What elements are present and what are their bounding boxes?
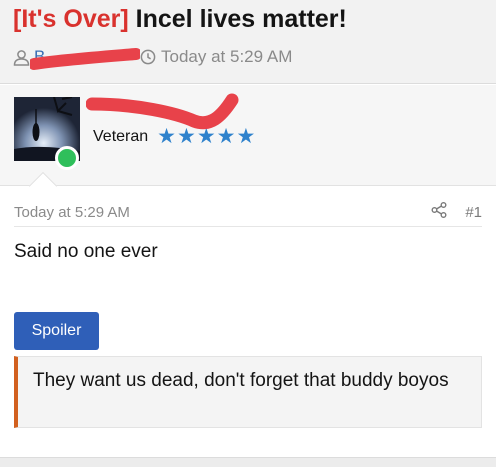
thread-title: [It's Over] Incel lives matter! <box>13 2 347 36</box>
online-status-indicator <box>55 146 79 170</box>
post-attribution: Today at 5:29 AM #1 <box>14 200 482 224</box>
post-body-text: Said no one ever <box>14 241 158 262</box>
thread-timestamp[interactable]: Today at 5:29 AM <box>161 47 292 67</box>
thread-prefix[interactable]: [It's Over] <box>13 5 129 33</box>
post-number-link[interactable]: #1 <box>465 204 482 221</box>
thread-page: [It's Over] Incel lives matter! B Today … <box>0 0 496 467</box>
thread-title-text: Incel lives matter! <box>135 5 347 33</box>
user-icon <box>13 49 30 66</box>
thread-header: [It's Over] Incel lives matter! B Today … <box>0 0 496 84</box>
share-icon[interactable] <box>431 202 447 222</box>
post-timestamp[interactable]: Today at 5:29 AM <box>14 204 130 221</box>
spoiler-button[interactable]: Spoiler <box>14 312 99 350</box>
post-footer-bar <box>0 457 496 467</box>
redaction-mark <box>86 93 239 130</box>
post-actions: #1 <box>431 202 482 222</box>
divider <box>14 226 482 227</box>
spoiler-content: They want us dead, don't forget that bud… <box>14 356 482 428</box>
divider <box>0 185 496 186</box>
redaction-mark <box>30 48 140 70</box>
message-user-block: Veteran ★ ★ ★ ★ ★ <box>0 85 496 186</box>
clock-icon <box>140 49 156 65</box>
